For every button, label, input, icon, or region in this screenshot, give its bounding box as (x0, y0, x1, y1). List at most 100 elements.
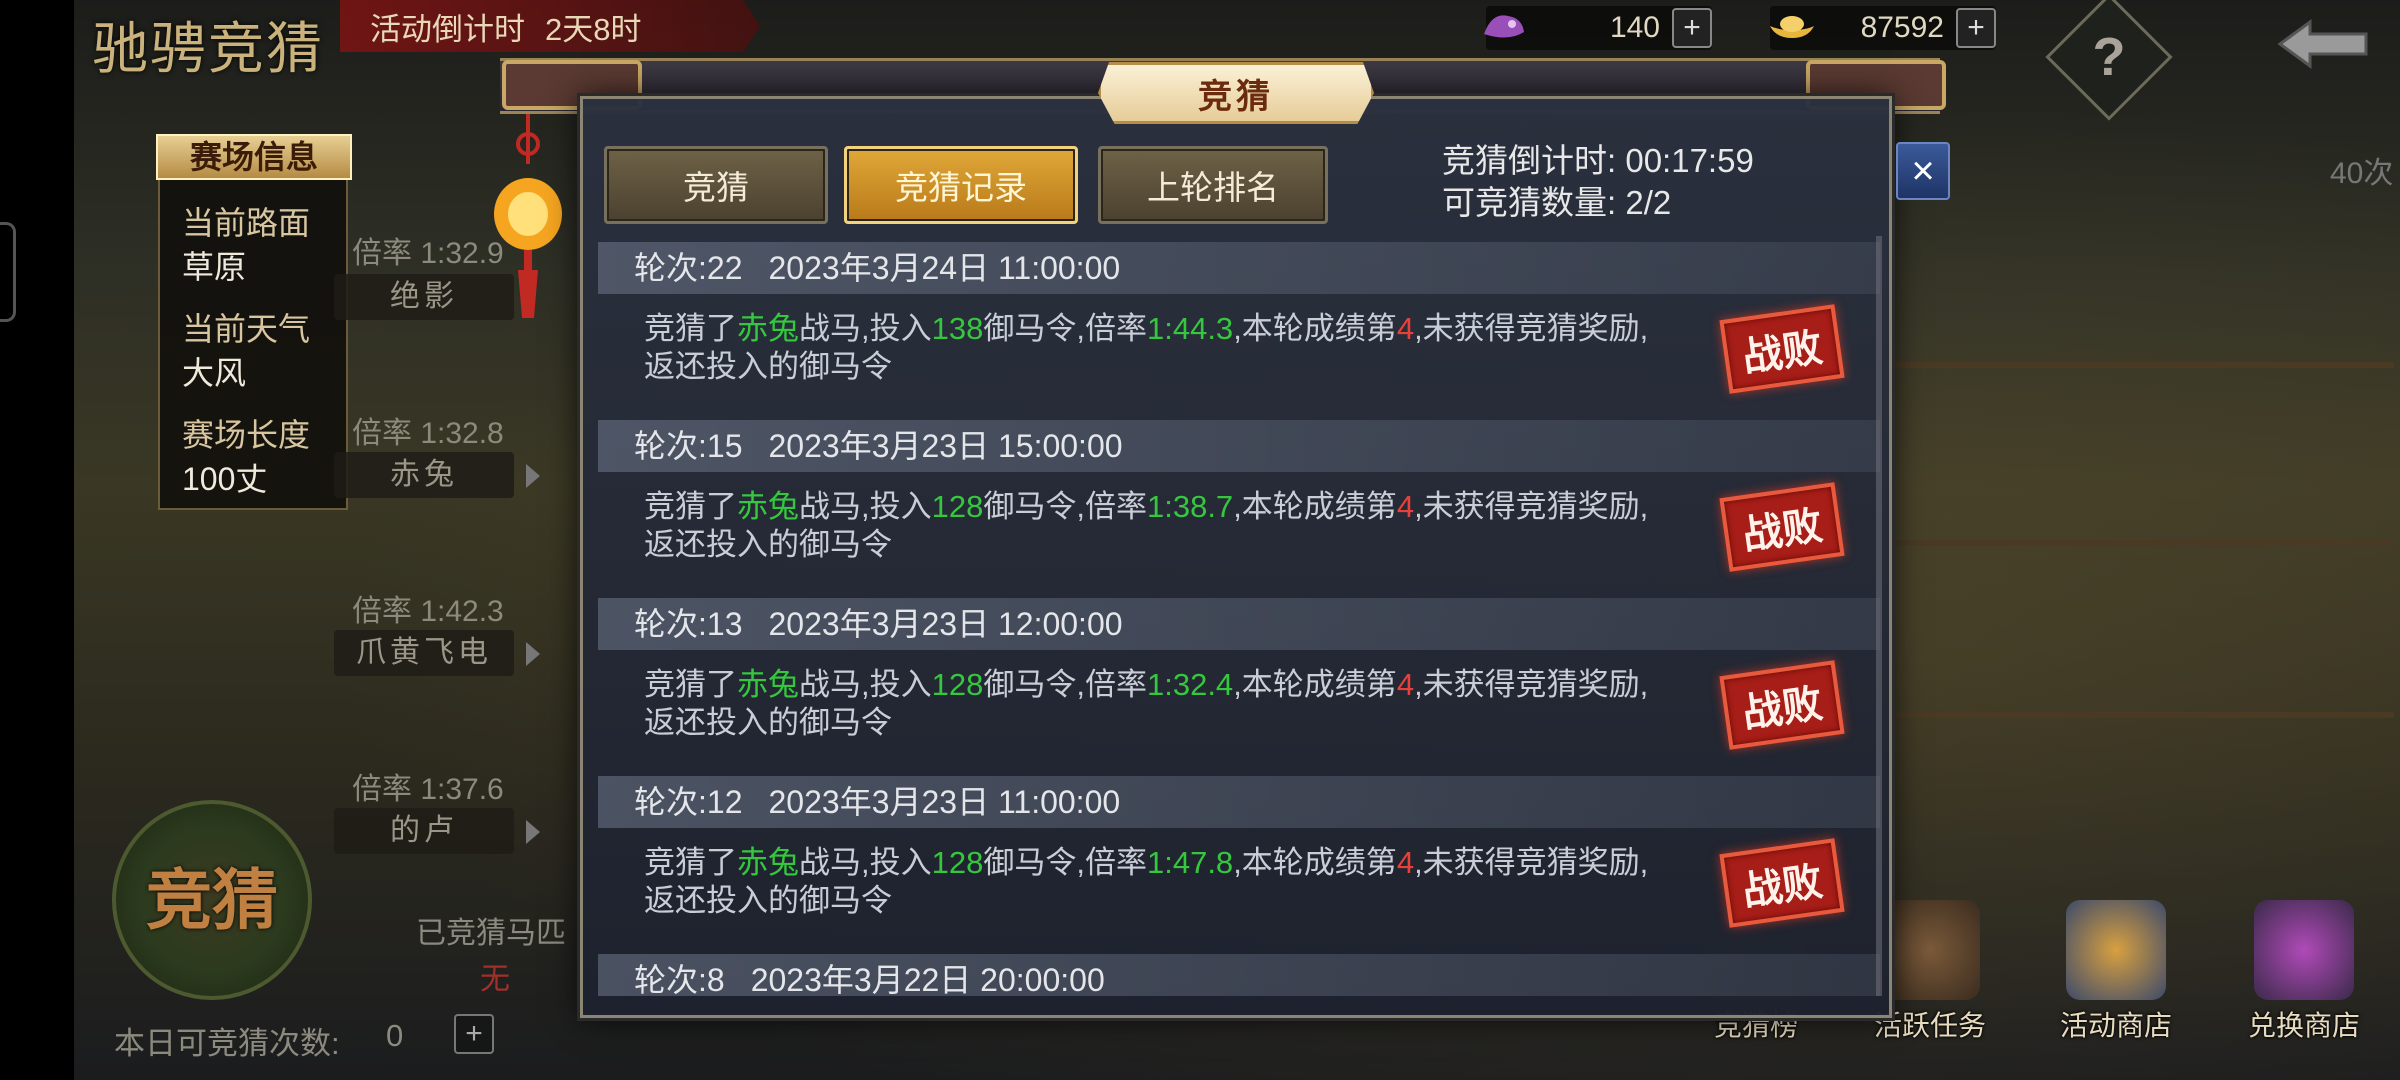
horse-name-highlight: 赤兔 (737, 845, 799, 880)
bet-amount: 128 (931, 667, 984, 702)
bet-horse-value: 无 (480, 963, 510, 996)
event-countdown-banner: 活动倒计时 2天8时 (340, 0, 760, 52)
daily-guess-value: 0 (386, 1018, 404, 1053)
event-shop-label: 活动商店 (2059, 1009, 2172, 1042)
record-time: 2023年3月23日 12:00:00 (768, 606, 1123, 642)
road-value: 草原 (182, 249, 247, 285)
record-round: 轮次:22 (634, 250, 743, 286)
guess-countdown: 竞猜倒计时: 00:17:59 (1442, 134, 1754, 182)
odds-value: 1:38.7 (1146, 489, 1234, 524)
chevron-right-icon (526, 820, 540, 844)
bet-amount: 138 (931, 311, 984, 346)
bet-horse-label: 已竞猜马匹 (416, 917, 566, 950)
guess-countdown-value: 00:17:59 (1625, 142, 1754, 179)
horse-name-highlight: 赤兔 (737, 667, 799, 702)
bet-amount: 128 (931, 845, 984, 880)
guess-quota-label: 可竞猜数量: (1442, 184, 1617, 221)
back-button[interactable] (2270, 14, 2380, 74)
records-list[interactable]: 轮次:22 2023年3月24日 11:00:00 竞猜了赤兔战马,投入138御马… (590, 236, 1888, 996)
event-countdown-label: 活动倒计时 (370, 11, 525, 47)
task-icon (1880, 900, 1980, 1000)
gold-count: 87592 (1860, 11, 1944, 44)
record-header: 轮次:15 2023年3月23日 15:00:00 (598, 420, 1880, 472)
field-info-panel: 赛场信息 当前路面 草原 当前天气 大风 赛场长度 100丈 (156, 134, 352, 510)
add-guess-button[interactable]: + (454, 1014, 494, 1054)
chevron-right-icon (526, 464, 540, 488)
question-icon: ? (2092, 27, 2126, 87)
fence-rail (1894, 540, 2394, 546)
length-value: 100丈 (182, 461, 268, 497)
weather-value: 大风 (182, 355, 247, 391)
road-label: 当前路面 (182, 205, 311, 241)
records-scrollbar[interactable] (1876, 236, 1882, 996)
record-header: 轮次:13 2023年3月23日 12:00:00 (598, 598, 1880, 650)
horse-name[interactable]: 绝影 (334, 274, 514, 320)
fence-rail (1894, 362, 2394, 368)
horse-name[interactable]: 的卢 (334, 808, 514, 854)
length-label: 赛场长度 (182, 417, 311, 453)
rank-value: 4 (1396, 489, 1415, 524)
fence-rail (1894, 712, 2394, 718)
exchange-icon (2254, 900, 2354, 1000)
rank-value: 4 (1396, 667, 1415, 702)
exchange-shop-button[interactable]: 兑换商店 (2234, 900, 2374, 1042)
record-time: 2023年3月23日 15:00:00 (768, 428, 1123, 464)
screen-left-bezel (0, 0, 74, 1080)
event-shop-button[interactable]: 活动商店 (2046, 900, 2186, 1042)
record-round: 轮次:13 (634, 606, 743, 642)
rank-value: 4 (1396, 845, 1415, 880)
record-text: 竞猜了赤兔战马,投入128御马令,倍率1:38.7,本轮成绩第4,未获得竞猜奖励… (644, 489, 1649, 562)
odds-value: 1:44.3 (1146, 311, 1234, 346)
record-round: 轮次:12 (634, 784, 743, 820)
guess-countdown-label: 竞猜倒计时: (1442, 142, 1617, 179)
back-arrow-icon (2277, 19, 2368, 69)
record-round: 轮次:15 (634, 428, 743, 464)
record-header: 轮次:22 2023年3月24日 11:00:00 (598, 242, 1880, 294)
horse-name[interactable]: 爪黄飞电 (334, 630, 514, 676)
horse-token-count: 140 (1609, 11, 1660, 44)
weather-label: 当前天气 (182, 311, 311, 347)
field-info-title: 赛场信息 (156, 134, 352, 180)
daily-guess-label: 本日可竞猜次数: (114, 1026, 340, 1061)
gold-ingot-icon (1766, 4, 1818, 48)
record-header: 轮次:8 2023年3月22日 20:00:00 (598, 954, 1880, 996)
modal-title: 竞猜 (1098, 62, 1374, 124)
defeat-stamp: 战败 (1719, 838, 1845, 928)
chevron-right-icon (526, 642, 540, 666)
record-text: 竞猜了赤兔战马,投入128御马令,倍率1:32.4,本轮成绩第4,未获得竞猜奖励… (644, 667, 1649, 740)
horse-name-highlight: 赤兔 (737, 489, 799, 524)
odds-value: 1:47.8 (1146, 845, 1234, 880)
horse-odds: 倍率 1:37.6 (352, 773, 504, 806)
record-text: 竞猜了赤兔战马,投入128御马令,倍率1:47.8,本轮成绩第4,未获得竞猜奖励… (644, 845, 1649, 918)
record-time: 2023年3月22日 20:00:00 (750, 962, 1105, 996)
exchange-shop-label: 兑换商店 (2247, 1009, 2360, 1042)
add-horse-token-button[interactable]: + (1672, 8, 1712, 48)
defeat-stamp: 战败 (1719, 304, 1845, 394)
record-text: 竞猜了赤兔战马,投入138御马令,倍率1:44.3,本轮成绩第4,未获得竞猜奖励… (644, 311, 1649, 384)
shop-icon (2066, 900, 2166, 1000)
guess-quota: 可竞猜数量: 2/2 (1442, 176, 1671, 224)
record-round: 轮次:8 (634, 962, 725, 996)
bezel-notch (0, 222, 16, 322)
record-time: 2023年3月23日 11:00:00 (768, 784, 1121, 820)
horse-odds: 倍率 1:32.8 (352, 417, 504, 450)
lantern-icon (488, 104, 568, 324)
odds-value: 1:32.4 (1146, 667, 1234, 702)
horse-odds: 倍率 1:42.3 (352, 595, 504, 628)
record-time: 2023年3月24日 11:00:00 (768, 250, 1121, 286)
horse-token-icon (1478, 4, 1530, 48)
rank-value: 4 (1396, 311, 1415, 346)
tab-guess[interactable]: 竞猜 (604, 146, 828, 224)
guess-emblem-button[interactable]: 竞猜 (112, 800, 312, 1000)
guess-quota-value: 2/2 (1625, 184, 1672, 221)
tab-last-ranking[interactable]: 上轮排名 (1098, 146, 1328, 224)
tab-guess-records[interactable]: 竞猜记录 (844, 146, 1078, 224)
close-button[interactable]: × (1896, 142, 1950, 200)
game-title: 驰骋竞猜 (92, 17, 324, 82)
defeat-stamp: 战败 (1719, 482, 1845, 572)
side-count: 40次 (2330, 157, 2394, 190)
add-gold-button[interactable]: + (1956, 8, 1996, 48)
horse-name[interactable]: 赤兔 (334, 452, 514, 498)
event-countdown-value: 2天8时 (545, 11, 642, 47)
bet-amount: 128 (931, 489, 984, 524)
